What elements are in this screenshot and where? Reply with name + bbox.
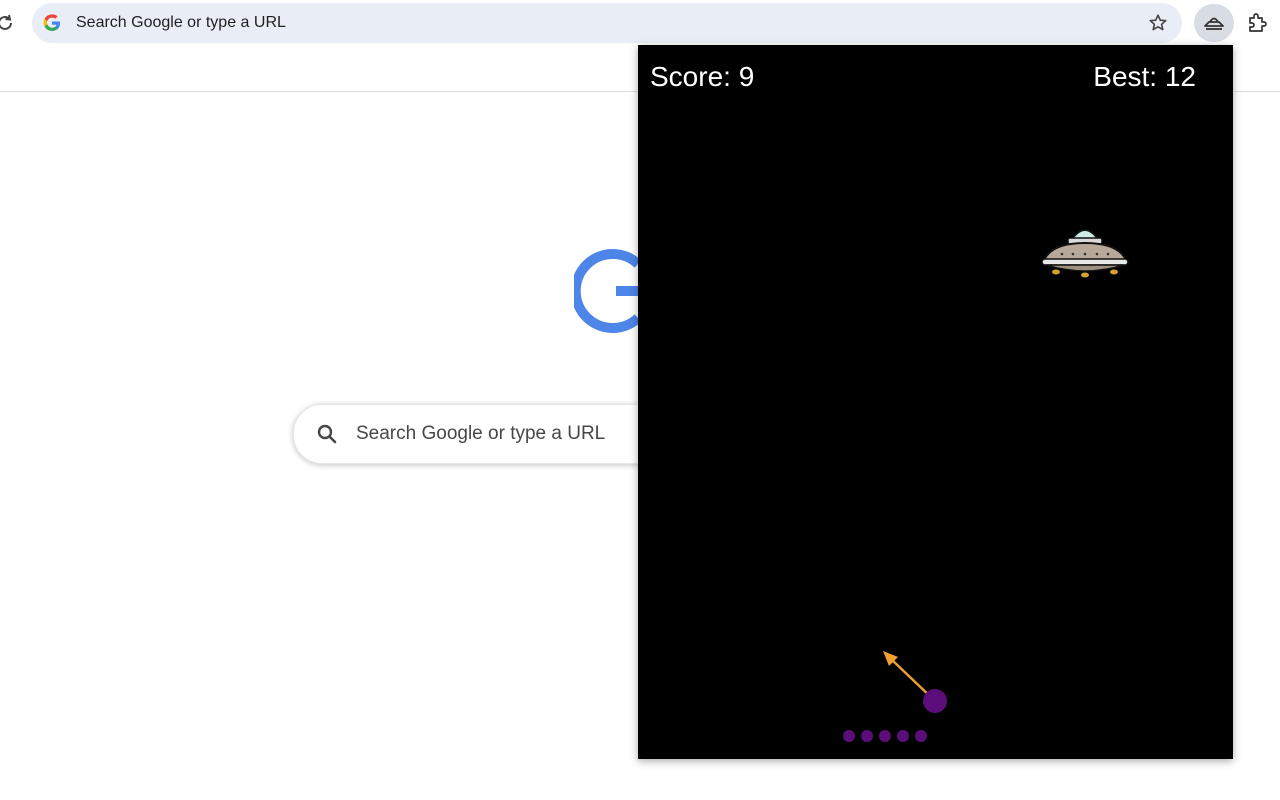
ufo-icon [1204, 17, 1224, 30]
shot-dot [897, 730, 909, 742]
address-bar[interactable]: Search Google or type a URL [32, 3, 1182, 43]
shot-dot [879, 730, 891, 742]
extensions-puzzle-icon[interactable] [1246, 11, 1270, 35]
best-score-label: Best: 12 [1093, 61, 1196, 92]
ufo-icon [1041, 229, 1129, 278]
game-popup[interactable]: Score: 9 Best: 12 [638, 45, 1233, 759]
shot-dot [843, 730, 855, 742]
google-g-icon [42, 13, 62, 33]
reload-icon[interactable] [0, 12, 16, 34]
ufo-extension-button[interactable] [1194, 4, 1234, 42]
omnibox-text: Search Google or type a URL [76, 14, 286, 31]
ball-launcher[interactable] [878, 645, 958, 717]
bookmark-star-icon[interactable] [1148, 13, 1168, 33]
shot-dot [915, 730, 927, 742]
browser-toolbar: Search Google or type a URL [0, 0, 1280, 46]
search-placeholder: Search Google or type a URL [356, 423, 606, 444]
player-ball[interactable] [923, 689, 947, 713]
score-label: Score: 9 [650, 61, 755, 92]
search-icon [316, 423, 338, 445]
shot-dot [861, 730, 873, 742]
